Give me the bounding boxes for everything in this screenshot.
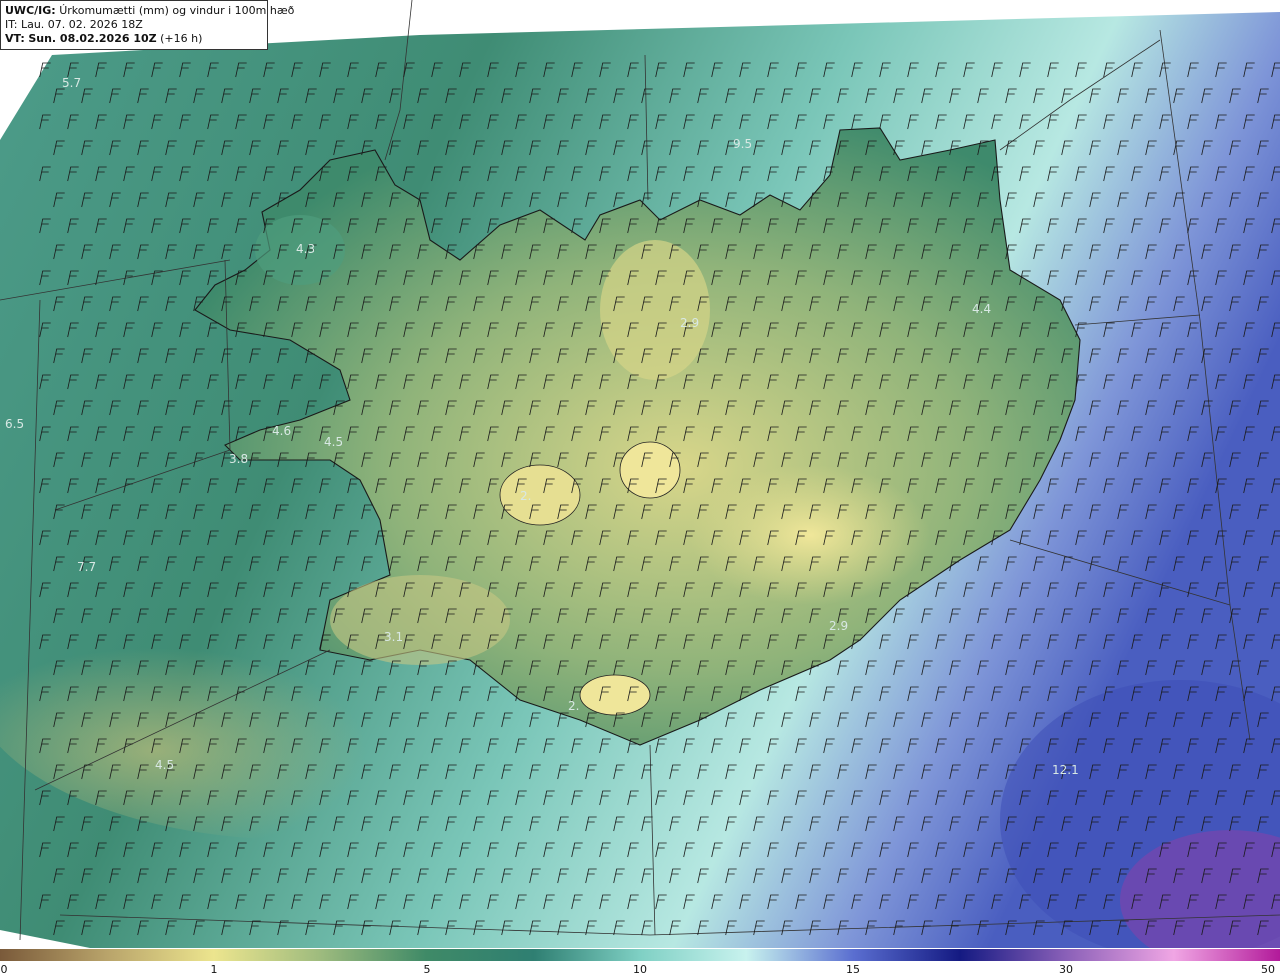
colorbar-tick-label: 15 (846, 963, 860, 976)
value-label: 12.1 (1052, 763, 1079, 777)
vatnajokull (690, 465, 930, 605)
hofsjokull (619, 441, 681, 499)
value-label: 2.9 (680, 316, 699, 330)
colorbar-tick-label: 0 (0, 963, 8, 976)
init-time: Lau. 07. 02. 2026 18Z (20, 18, 143, 31)
map-title: Úrkomumætti (mm) og vindur i 100m hæð (59, 4, 295, 17)
value-label: 4.3 (296, 242, 315, 256)
colorbar-gradient (0, 949, 1280, 961)
colorbar-tick-label: 50 (1261, 963, 1275, 976)
value-label: 7.7 (77, 560, 96, 574)
value-label: 5.7 (62, 76, 81, 90)
model-prefix: UWC/IG: (5, 4, 56, 17)
colorbar-labels: 0 1 5 10 15 30 50 (0, 962, 1280, 978)
value-label: 4.5 (324, 435, 343, 449)
valid-time: Sun. 08.02.2026 10Z (28, 32, 157, 45)
colorbar-tick-label: 30 (1059, 963, 1073, 976)
colorbar (0, 949, 1280, 961)
value-label: 3.8 (229, 452, 248, 466)
info-box: UWC/IG: Úrkomumætti (mm) og vindur i 100… (0, 0, 294, 50)
value-label: 2.9 (829, 619, 848, 633)
colorbar-tick-label: 10 (633, 963, 647, 976)
myrdalsjokull (579, 674, 651, 716)
value-label: 2. (568, 699, 579, 713)
value-label: 3.1 (384, 630, 403, 644)
colorbar-tick-label: 1 (210, 963, 218, 976)
value-label: 4.4 (972, 302, 991, 316)
title-line: UWC/IG: Úrkomumætti (mm) og vindur i 100… (5, 4, 294, 18)
langjokull (499, 464, 581, 526)
value-label: 4.5 (155, 758, 174, 772)
value-label: 4.6 (272, 424, 291, 438)
init-prefix: IT: (5, 18, 18, 31)
value-label: 2. (520, 489, 531, 503)
init-time-line: IT: Lau. 07. 02. 2026 18Z (5, 18, 263, 32)
value-label: 6.5 (5, 417, 24, 431)
colorbar-tick-label: 5 (423, 963, 431, 976)
lead-time: (+16 h) (160, 32, 203, 45)
valid-time-line: VT: Sun. 08.02.2026 10Z (+16 h) (5, 32, 263, 46)
valid-prefix: VT: (5, 32, 25, 45)
value-label: 9.5 (733, 137, 752, 151)
precipitation-wind-map: 5.7 4.3 6.5 4.6 4.5 3.8 7.7 3.1 4.5 2.9 … (0, 0, 1280, 948)
